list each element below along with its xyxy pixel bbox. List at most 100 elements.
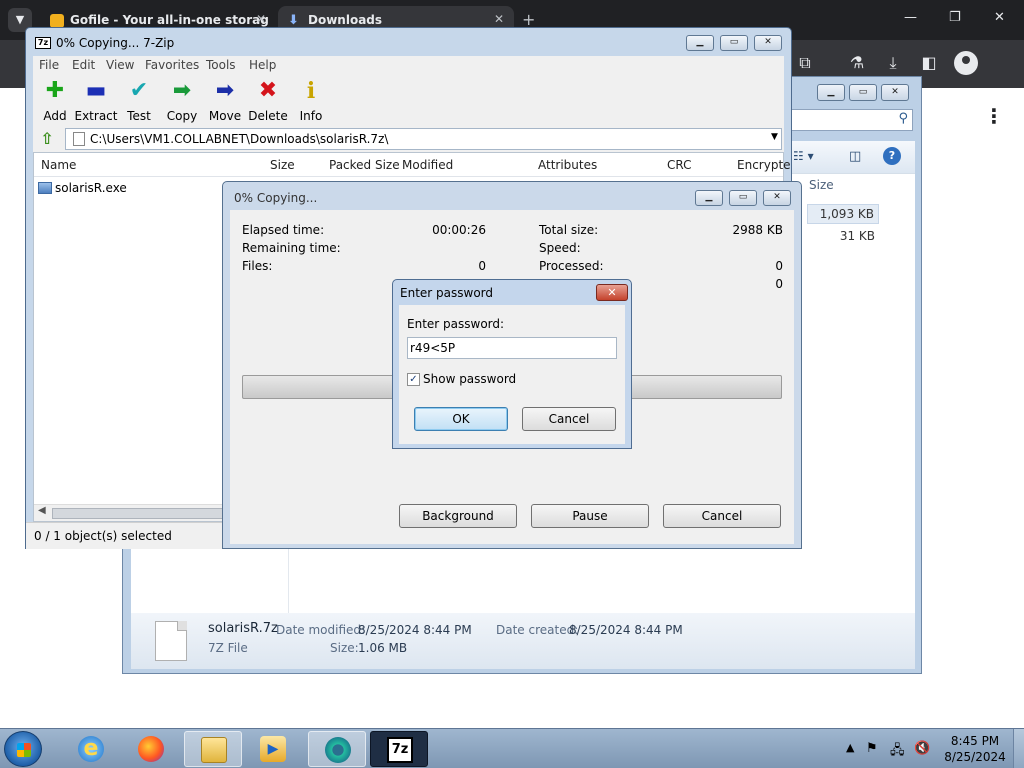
taskbar-chrome[interactable] (308, 731, 366, 767)
taskbar-7zip[interactable]: 7z (370, 731, 428, 767)
app-icon (325, 737, 351, 763)
test-label: Test (127, 109, 151, 123)
test-button[interactable]: ✔ Test (117, 78, 161, 123)
files-label: Files: (242, 259, 273, 273)
delete-button[interactable]: ✖ Delete (246, 78, 290, 123)
copy-button[interactable]: ➡ Copy (160, 78, 204, 123)
processed-value: 0 (775, 259, 783, 273)
close-tab-icon[interactable]: ✕ (256, 12, 266, 26)
start-button[interactable] (4, 731, 42, 767)
add-button[interactable]: ✚ Add (33, 78, 77, 123)
pause-button[interactable]: Pause (531, 504, 649, 528)
explorer-maximize-icon[interactable]: ▭ (849, 84, 877, 101)
ok-button[interactable]: OK (414, 407, 508, 431)
close-tab-icon[interactable]: ✕ (494, 12, 504, 26)
media-player-icon: ▶ (260, 736, 286, 762)
show-hidden-icons-icon[interactable]: ▲ (846, 741, 854, 754)
file-list-header: Name Size Packed Size Modified Attribute… (34, 153, 791, 177)
minimize-icon[interactable]: — (904, 10, 917, 25)
menu-tools[interactable]: Tools (206, 58, 236, 72)
clock-date: 8/25/2024 (944, 750, 1006, 764)
scrollbar-thumb[interactable] (52, 508, 232, 519)
column-header-size[interactable]: Size (809, 178, 834, 192)
close-icon[interactable]: ✕ (763, 190, 791, 206)
close-icon[interactable]: ✕ (754, 35, 782, 51)
file-name: solarisR.exe (55, 181, 127, 195)
column-header-packed-size[interactable]: Packed Size (329, 158, 400, 172)
close-icon[interactable]: ✕ (596, 284, 628, 301)
volume-muted-icon[interactable]: 🔇 (914, 741, 930, 756)
menu-favorites[interactable]: Favorites (145, 58, 199, 72)
details-date-modified: 8/25/2024 8:44 PM (358, 623, 472, 637)
taskbar-media-player[interactable]: ▶ (244, 731, 302, 767)
folder-icon (73, 132, 85, 146)
side-panel-icon[interactable]: ◧ (918, 52, 940, 74)
labs-flask-icon[interactable]: ⚗ (846, 52, 868, 74)
restore-icon[interactable]: ❐ (949, 10, 961, 25)
file-size-cell: 31 KB (839, 229, 875, 243)
show-password-checkbox[interactable]: ✓ (407, 373, 420, 386)
scroll-left-icon[interactable]: ◀ (38, 505, 46, 516)
menu-view[interactable]: View (106, 58, 134, 72)
minus-icon: ▬ (85, 78, 107, 103)
close-window-icon[interactable]: ✕ (994, 10, 1005, 25)
internet-explorer-icon: e (78, 736, 104, 762)
explorer-search-input[interactable]: ⚲ (789, 109, 913, 131)
password-input[interactable] (407, 337, 617, 359)
cancel-button[interactable]: Cancel (663, 504, 781, 528)
column-header-modified[interactable]: Modified (402, 158, 453, 172)
download-favicon-icon: ⬇ (288, 13, 299, 28)
help-icon[interactable]: ? (883, 147, 901, 165)
taskbar-internet-explorer[interactable]: e (62, 731, 120, 767)
view-options-icon[interactable]: ☷ ▾ (793, 149, 814, 163)
taskbar-file-explorer[interactable] (184, 731, 242, 767)
arrow-right-icon: ➡ (215, 78, 235, 103)
show-desktop-button[interactable] (1013, 729, 1024, 768)
extensions-icon[interactable]: ⧉ (794, 52, 816, 74)
more-options-icon[interactable]: ⋮ (984, 104, 1004, 128)
minimize-icon[interactable]: ▁ (686, 35, 714, 51)
profile-avatar-icon[interactable] (954, 51, 978, 75)
info-button[interactable]: i Info (289, 78, 333, 123)
sevenzip-titlebar[interactable]: 7z 0% Copying... 7-Zip ▁ ▭ ✕ (26, 28, 791, 56)
path-input[interactable] (65, 128, 782, 150)
folder-up-icon[interactable]: ⇧ (37, 129, 57, 149)
info-icon: i (306, 78, 316, 104)
menu-edit[interactable]: Edit (72, 58, 95, 72)
system-clock[interactable]: 8:45 PM 8/25/2024 (942, 733, 1008, 765)
remaining-time-label: Remaining time: (242, 241, 341, 255)
speed-label: Speed: (539, 241, 581, 255)
move-button[interactable]: ➡ Move (203, 78, 247, 123)
explorer-minimize-icon[interactable]: ▁ (817, 84, 845, 101)
explorer-close-icon[interactable]: ✕ (881, 84, 909, 101)
table-row[interactable]: solarisR.exe (38, 181, 127, 197)
network-icon[interactable]: 🖧 (890, 741, 905, 763)
menu-file[interactable]: File (39, 58, 59, 72)
menu-help[interactable]: Help (249, 58, 276, 72)
password-label: Enter password: (407, 317, 505, 331)
taskbar-firefox[interactable] (122, 731, 180, 767)
minimize-icon[interactable]: ▁ (695, 190, 723, 206)
column-header-crc[interactable]: CRC (667, 158, 692, 172)
window-title: 0% Copying... 7-Zip (56, 36, 175, 50)
extract-button[interactable]: ▬ Extract (74, 78, 118, 123)
background-button[interactable]: Background (399, 504, 517, 528)
preview-pane-icon[interactable]: ◫ (849, 149, 861, 164)
column-header-encrypted[interactable]: Encrypte (737, 158, 791, 172)
column-header-size[interactable]: Size (270, 158, 295, 172)
column-header-attributes[interactable]: Attributes (538, 158, 597, 172)
files-value: 0 (478, 259, 486, 273)
maximize-icon[interactable]: ▭ (729, 190, 757, 206)
path-dropdown-icon[interactable]: ▼ (771, 132, 778, 142)
column-header-name[interactable]: Name (41, 158, 76, 172)
show-password-label[interactable]: Show password (423, 372, 516, 386)
info-label: Info (299, 109, 323, 123)
arrow-right-icon: ➡ (172, 78, 192, 103)
horizontal-scrollbar[interactable]: ◀ (34, 504, 234, 521)
action-center-flag-icon[interactable]: ⚑ (866, 741, 878, 756)
maximize-icon[interactable]: ▭ (720, 35, 748, 51)
extract-label: Extract (74, 109, 118, 123)
downloads-icon[interactable]: ⤓ (882, 52, 904, 74)
cancel-button[interactable]: Cancel (522, 407, 616, 431)
sevenzip-app-icon: 7z (35, 37, 51, 49)
